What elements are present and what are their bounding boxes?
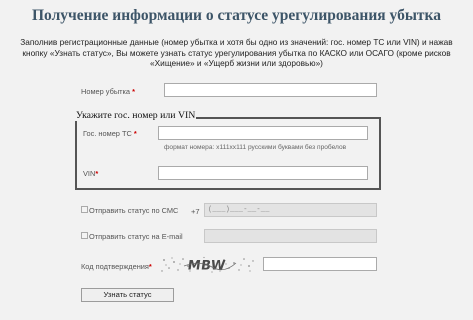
- required-mark: *: [132, 87, 135, 96]
- claim-number-label: Номер убытка *: [81, 87, 135, 96]
- captcha-image: MBW: [160, 256, 256, 273]
- plate-input[interactable]: [158, 126, 368, 140]
- phone-prefix: +7: [191, 207, 200, 216]
- check-status-button[interactable]: Узнать статус: [81, 288, 174, 302]
- claim-number-input[interactable]: [164, 83, 377, 97]
- captcha-input[interactable]: [263, 257, 377, 271]
- sms-label: Отправить статус по СМС: [89, 206, 179, 215]
- vin-label: VIN*: [83, 169, 98, 178]
- page-title: Получение информации о статусе урегулиро…: [31, 7, 441, 24]
- phone-mask: (___)___-__-__: [208, 206, 270, 214]
- vehicle-fieldset-legend: Укажите гос. номер или VIN: [75, 110, 197, 121]
- vin-input[interactable]: [158, 166, 368, 180]
- captcha-label: Код подтверждения*: [81, 262, 152, 271]
- email-label: Отправить статус на E-mail: [89, 232, 183, 241]
- intro-line: Заполнив регистрационные данные (номер у…: [20, 37, 453, 47]
- vin-label-text: VIN: [83, 169, 96, 178]
- intro-text: Заполнив регистрационные данные (номер у…: [6, 37, 467, 69]
- captcha-image-text: MBW: [187, 259, 227, 273]
- claim-number-label-text: Номер убытка: [81, 87, 131, 96]
- required-mark: *: [148, 262, 152, 271]
- plate-label: Гос. номер ТС *: [83, 129, 137, 138]
- sms-checkbox[interactable]: [81, 206, 88, 213]
- required-mark: *: [133, 129, 137, 138]
- captcha-label-text: Код подтверждения: [81, 262, 149, 271]
- phone-input[interactable]: (___)___-__-__: [204, 203, 377, 217]
- plate-label-text: Гос. номер ТС: [83, 129, 132, 138]
- intro-line: кнопку «Узнать статус», Вы можете узнать…: [22, 47, 451, 58]
- email-checkbox[interactable]: [81, 232, 88, 239]
- required-mark: *: [95, 169, 99, 178]
- email-input[interactable]: [204, 229, 377, 243]
- plate-format-hint: формат номера: х111хх111 русскими буквам…: [164, 144, 347, 151]
- intro-line: «Хищение» и «Ущерб жизни или здоровью»): [150, 58, 323, 68]
